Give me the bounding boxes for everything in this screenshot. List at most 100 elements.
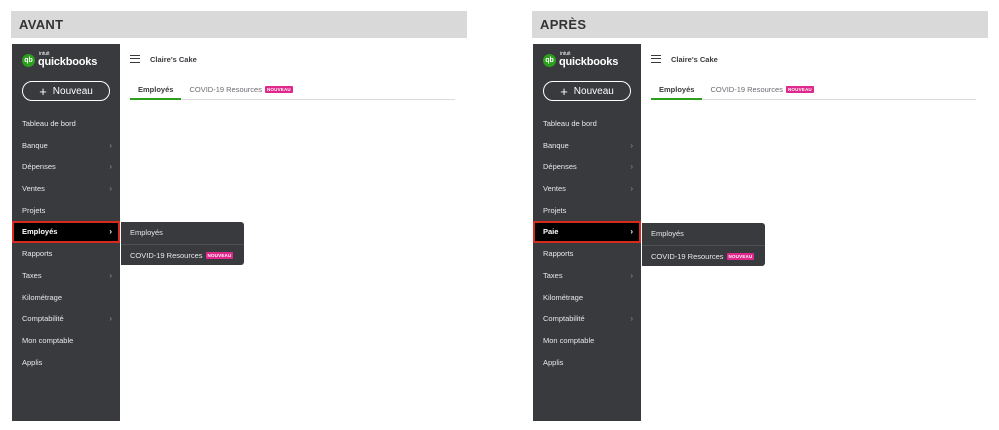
- chevron-right-icon: ›: [630, 162, 633, 172]
- company-name: Claire's Cake: [150, 54, 197, 64]
- flyout-item-employees[interactable]: Employés: [121, 222, 244, 244]
- sidebar-item-label: Comptabilité: [22, 314, 64, 324]
- sidebar-item-banking[interactable]: Banque ›: [12, 135, 120, 157]
- sidebar: qb intuit quickbooks + Nouveau Tableau d…: [12, 44, 120, 421]
- top-bar: Claire's Cake: [651, 52, 718, 66]
- sidebar-item-label: Rapports: [543, 249, 574, 259]
- sidebar-item-dashboard[interactable]: Tableau de bord: [12, 113, 120, 135]
- chevron-right-icon: ›: [109, 270, 112, 280]
- sidebar-item-label: Tableau de bord: [543, 119, 597, 128]
- new-button-label: Nouveau: [52, 85, 93, 97]
- sidebar-item-payroll[interactable]: Paie ›: [533, 221, 641, 244]
- panel-label: AVANT: [11, 11, 467, 38]
- sidebar-item-mileage[interactable]: Kilométrage: [12, 287, 120, 309]
- new-badge: NOUVEAU: [726, 252, 755, 260]
- sidebar-item-employees[interactable]: Employés ›: [12, 221, 120, 244]
- sidebar-item-projects[interactable]: Projets: [12, 200, 120, 222]
- hamburger-menu-icon[interactable]: [130, 55, 140, 63]
- sidebar-item-taxes[interactable]: Taxes ›: [12, 265, 120, 287]
- chevron-right-icon: ›: [630, 270, 633, 280]
- chevron-right-icon: ›: [630, 314, 633, 324]
- sidebar-item-label: Rapports: [22, 249, 53, 259]
- sidebar-item-sales[interactable]: Ventes ›: [12, 178, 120, 200]
- flyout-item-covid-resources[interactable]: COVID-19 Resources NOUVEAU: [642, 244, 765, 267]
- plus-icon: +: [39, 83, 47, 99]
- hamburger-menu-icon[interactable]: [651, 55, 661, 63]
- sidebar-item-label: Projets: [543, 205, 567, 215]
- sidebar-item-accounting[interactable]: Comptabilité ›: [12, 308, 120, 330]
- chevron-right-icon: ›: [109, 227, 112, 237]
- sidebar-item-label: Applis: [543, 357, 564, 367]
- new-button[interactable]: + Nouveau: [22, 81, 110, 101]
- quickbooks-logo[interactable]: qb intuit quickbooks: [22, 49, 97, 71]
- tab-covid-resources[interactable]: COVID-19 Resources NOUVEAU: [181, 84, 300, 100]
- chevron-right-icon: ›: [109, 162, 112, 172]
- sidebar-item-label: Tableau de bord: [22, 119, 76, 128]
- sidebar-item-label: Taxes: [543, 270, 563, 280]
- panel-label: APRÈS: [532, 11, 988, 38]
- sidebar-item-label: Mon comptable: [543, 335, 595, 345]
- logo-wordmark: quickbooks: [38, 56, 98, 68]
- chevron-right-icon: ›: [630, 184, 633, 194]
- new-badge: NOUVEAU: [205, 251, 234, 259]
- sidebar-item-label: Banque: [22, 140, 48, 150]
- employees-flyout-menu: Employés COVID-19 Resources NOUVEAU: [121, 222, 244, 265]
- sidebar-nav: Tableau de bord Banque › Dépenses › Ventes…: [533, 113, 641, 373]
- new-badge: NOUVEAU: [264, 86, 293, 93]
- sidebar-item-label: Comptabilité: [543, 314, 585, 324]
- sidebar-item-taxes[interactable]: Taxes ›: [533, 265, 641, 287]
- before-panel: AVANT qb intuit quickbooks + Nouveau Tab…: [11, 11, 467, 421]
- quickbooks-icon: qb: [543, 53, 556, 67]
- tab-employees[interactable]: Employés: [130, 84, 182, 100]
- sidebar-item-banking[interactable]: Banque ›: [533, 135, 641, 157]
- new-button-label: Nouveau: [573, 85, 614, 97]
- chevron-right-icon: ›: [630, 140, 633, 150]
- sidebar-item-label: Taxes: [22, 270, 42, 280]
- sidebar-item-label: Applis: [22, 357, 43, 367]
- sidebar-item-label: Paie: [543, 227, 559, 237]
- chevron-right-icon: ›: [109, 140, 112, 150]
- tab-bar: Employés COVID-19 Resources NOUVEAU: [130, 84, 455, 100]
- sidebar-item-dashboard[interactable]: Tableau de bord: [533, 113, 641, 135]
- chevron-right-icon: ›: [109, 184, 112, 194]
- sidebar-item-label: Ventes: [543, 184, 566, 194]
- company-name: Claire's Cake: [671, 54, 718, 64]
- sidebar-item-apps[interactable]: Applis: [12, 352, 120, 374]
- quickbooks-icon: qb: [22, 53, 35, 67]
- payroll-flyout-menu: Employés COVID-19 Resources NOUVEAU: [642, 223, 765, 266]
- new-button[interactable]: + Nouveau: [543, 81, 631, 101]
- sidebar-item-expenses[interactable]: Dépenses ›: [533, 156, 641, 178]
- sidebar-item-label: Projets: [22, 205, 46, 215]
- sidebar-item-my-accountant[interactable]: Mon comptable: [12, 330, 120, 352]
- top-bar: Claire's Cake: [130, 52, 197, 66]
- sidebar-item-label: Banque: [543, 140, 569, 150]
- tab-covid-resources[interactable]: COVID-19 Resources NOUVEAU: [702, 84, 821, 100]
- sidebar-item-apps[interactable]: Applis: [533, 352, 641, 374]
- sidebar-item-reports[interactable]: Rapports: [533, 243, 641, 265]
- logo-wordmark: quickbooks: [559, 56, 619, 68]
- sidebar-item-label: Dépenses: [543, 162, 577, 172]
- sidebar-item-label: Employés: [22, 227, 58, 237]
- sidebar-item-label: Mon comptable: [22, 335, 74, 345]
- new-badge: NOUVEAU: [785, 86, 814, 93]
- sidebar-nav: Tableau de bord Banque › Dépenses › Ventes…: [12, 113, 120, 373]
- sidebar-item-label: Ventes: [22, 184, 45, 194]
- sidebar-item-label: Dépenses: [22, 162, 56, 172]
- sidebar-item-sales[interactable]: Ventes ›: [533, 178, 641, 200]
- flyout-item-employees[interactable]: Employés: [642, 223, 765, 245]
- sidebar-item-expenses[interactable]: Dépenses ›: [12, 156, 120, 178]
- sidebar-item-accounting[interactable]: Comptabilité ›: [533, 308, 641, 330]
- flyout-item-covid-resources[interactable]: COVID-19 Resources NOUVEAU: [121, 243, 244, 266]
- quickbooks-logo[interactable]: qb intuit quickbooks: [543, 49, 618, 71]
- tab-bar: Employés COVID-19 Resources NOUVEAU: [651, 84, 976, 100]
- plus-icon: +: [560, 83, 568, 99]
- sidebar-item-reports[interactable]: Rapports: [12, 243, 120, 265]
- sidebar-item-label: Kilométrage: [22, 292, 63, 302]
- tab-employees[interactable]: Employés: [651, 84, 703, 100]
- chevron-right-icon: ›: [630, 227, 633, 237]
- sidebar: qb intuit quickbooks + Nouveau Tableau d…: [533, 44, 641, 421]
- sidebar-item-my-accountant[interactable]: Mon comptable: [533, 330, 641, 352]
- sidebar-item-mileage[interactable]: Kilométrage: [533, 287, 641, 309]
- after-panel: APRÈS qb intuit quickbooks + Nouveau Tab…: [532, 11, 988, 421]
- sidebar-item-projects[interactable]: Projets: [533, 200, 641, 222]
